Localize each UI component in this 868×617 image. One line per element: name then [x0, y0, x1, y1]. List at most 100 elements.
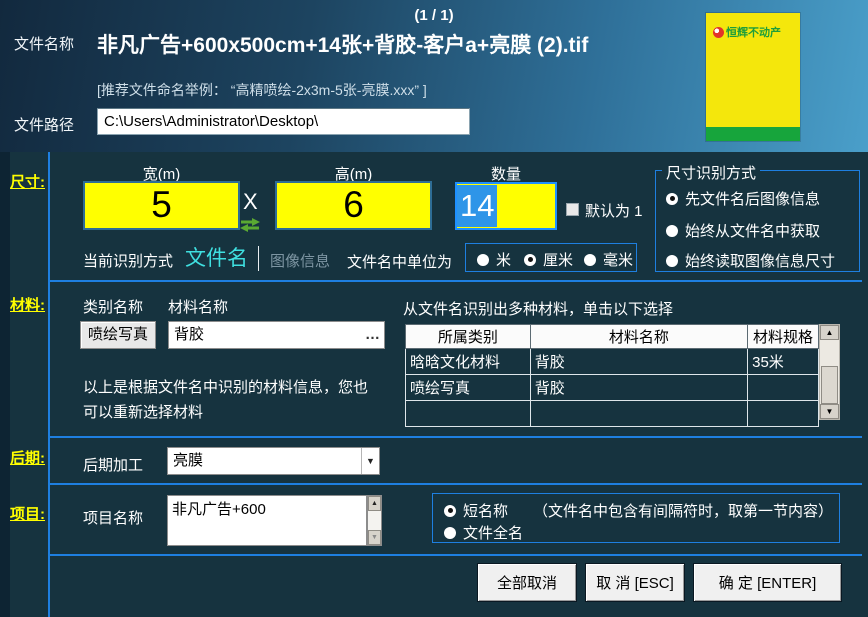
radio-label: 厘米 — [543, 249, 573, 270]
thumbnail-brand: 恒辉不动产 — [713, 24, 781, 40]
radio-unit-m[interactable]: 米 — [477, 249, 511, 270]
quantity-selected-text: 14 — [457, 185, 497, 227]
process-value: 亮膜 — [173, 452, 203, 469]
cell-material: 背胶 — [530, 349, 747, 375]
radio-icon — [444, 527, 456, 539]
project-name-textarea[interactable]: 非凡广告+600 — [167, 495, 367, 546]
scroll-down-icon[interactable]: ▼ — [820, 404, 839, 419]
radio-unit-cm[interactable]: 厘米 — [524, 249, 573, 270]
cancel-all-button[interactable]: 全部取消 — [477, 563, 577, 602]
material-note-line2: 可以重新选择材料 — [83, 400, 203, 425]
process-dropdown[interactable]: 亮膜 ▼ — [167, 447, 380, 475]
col-header-spec: 材料规格 — [748, 325, 819, 349]
table-row[interactable]: 晗晗文化材料 背胶 35米 — [406, 349, 819, 375]
section-divider — [50, 280, 862, 282]
quantity-input[interactable]: 14 — [455, 182, 557, 230]
section-label-size: 尺寸: — [10, 171, 45, 192]
radio-always-filename[interactable]: 始终从文件名中获取 — [666, 220, 820, 241]
radio-icon — [584, 254, 596, 266]
radio-full-name[interactable]: 文件全名 — [444, 522, 523, 543]
section-label-finish: 后期: — [10, 447, 45, 468]
radio-icon — [666, 255, 678, 267]
unit-prompt-label: 文件名中单位为 — [347, 251, 452, 272]
radio-icon — [666, 193, 678, 205]
col-header-material: 材料名称 — [530, 325, 747, 349]
header: (1 / 1) 文件名称 非凡广告+600x500cm+14张+背胶-客户a+亮… — [0, 0, 868, 152]
radio-always-image-info[interactable]: 始终读取图像信息尺寸 — [666, 250, 835, 271]
brand-logo-icon — [713, 27, 724, 38]
table-row[interactable]: 喷绘写真 背胶 — [406, 375, 819, 401]
scroll-down-icon[interactable]: ▼ — [368, 530, 381, 545]
recognition-mode-legend: 尺寸识别方式 — [662, 162, 760, 183]
radio-short-name[interactable]: 短名称 （文件名中包含有间隔符时，取第一节内容） — [444, 500, 833, 521]
table-scrollbar[interactable]: ▲ ▼ — [819, 324, 840, 420]
radio-label: 米 — [496, 249, 511, 270]
file-name-value: 非凡广告+600x500cm+14张+背胶-客户a+亮膜 (2).tif — [97, 29, 588, 59]
times-label: X — [243, 189, 258, 215]
radio-icon — [666, 225, 678, 237]
mode-filename-button[interactable]: 文件名 — [185, 242, 248, 272]
width-input[interactable]: 5 — [83, 181, 240, 230]
section-label-material: 材料: — [10, 294, 45, 315]
cell-spec — [748, 375, 819, 401]
import-dialog: (1 / 1) 文件名称 非凡广告+600x500cm+14张+背胶-客户a+亮… — [0, 0, 868, 617]
scrollbar-thumb[interactable] — [821, 366, 838, 404]
radio-label: 文件全名 — [463, 522, 523, 543]
section-divider — [50, 483, 862, 485]
radio-icon — [444, 505, 456, 517]
multi-material-hint: 从文件名识别出多种材料，单击以下选择 — [403, 298, 673, 319]
radio-hint: （文件名中包含有间隔符时，取第一节内容） — [533, 500, 833, 521]
cancel-button[interactable]: 取 消 [ESC] — [585, 563, 685, 602]
material-label: 材料名称 — [168, 296, 228, 317]
radio-label: 先文件名后图像信息 — [685, 188, 820, 209]
file-name-label: 文件名称 — [14, 33, 74, 54]
scroll-up-icon[interactable]: ▲ — [368, 496, 381, 511]
quantity-label: 数量 — [455, 163, 557, 184]
browse-ellipsis-button[interactable]: … — [365, 322, 380, 348]
brand-text: 恒辉不动产 — [726, 24, 781, 40]
naming-hint: [推荐文件命名举例： “高精喷绘-2x3m-5张-亮膜.xxx” ] — [97, 80, 427, 100]
section-label-project: 项目: — [10, 503, 45, 524]
ok-button[interactable]: 确 定 [ENTER] — [693, 563, 842, 602]
material-note-line1: 以上是根据文件名中识别的材料信息，您也 — [83, 375, 368, 400]
thumbnail-green-strip — [706, 127, 800, 141]
cell-category: 晗晗文化材料 — [406, 349, 531, 375]
chevron-down-icon[interactable]: ▼ — [361, 448, 379, 474]
process-label: 后期加工 — [83, 454, 143, 475]
file-path-label: 文件路径 — [14, 114, 74, 135]
section-divider — [50, 436, 862, 438]
radio-label: 短名称 — [463, 500, 508, 521]
material-table-header-row: 所属类别 材料名称 材料规格 — [406, 325, 819, 349]
cell-material: 背胶 — [530, 375, 747, 401]
col-header-category: 所属类别 — [406, 325, 531, 349]
radio-label: 毫米 — [603, 249, 633, 270]
sidebar-divider — [48, 152, 50, 617]
left-edge-strip — [0, 152, 10, 617]
mode-divider — [258, 246, 259, 271]
height-input[interactable]: 6 — [275, 181, 432, 230]
current-mode-label: 当前识别方式 — [83, 250, 173, 271]
scroll-up-icon[interactable]: ▲ — [820, 325, 839, 340]
cell-category: 喷绘写真 — [406, 375, 531, 401]
radio-label: 始终读取图像信息尺寸 — [685, 250, 835, 271]
material-name-input[interactable]: 背胶 … — [168, 321, 385, 349]
category-label: 类别名称 — [83, 296, 143, 317]
image-thumbnail-preview: 恒辉不动产 — [706, 13, 800, 141]
radio-unit-mm[interactable]: 毫米 — [584, 249, 633, 270]
file-path-input[interactable]: C:\Users\Administrator\Desktop\ — [97, 108, 470, 135]
section-divider — [50, 554, 862, 556]
cell-spec: 35米 — [748, 349, 819, 375]
swap-dimensions-icon[interactable] — [239, 218, 261, 236]
default-one-label: 默认为 1 — [585, 200, 643, 221]
mode-imageinfo-button[interactable]: 图像信息 — [270, 250, 330, 271]
category-button[interactable]: 喷绘写真 — [80, 321, 156, 349]
radio-filename-then-image[interactable]: 先文件名后图像信息 — [666, 188, 820, 209]
project-name-scroll: ▲ ▼ — [367, 495, 382, 546]
table-row-empty — [406, 401, 819, 427]
project-name-label: 项目名称 — [83, 507, 143, 528]
default-one-checkbox[interactable] — [566, 203, 579, 216]
radio-label: 始终从文件名中获取 — [685, 220, 820, 241]
radio-icon — [524, 254, 536, 266]
material-name-value: 背胶 — [174, 326, 204, 343]
radio-icon — [477, 254, 489, 266]
